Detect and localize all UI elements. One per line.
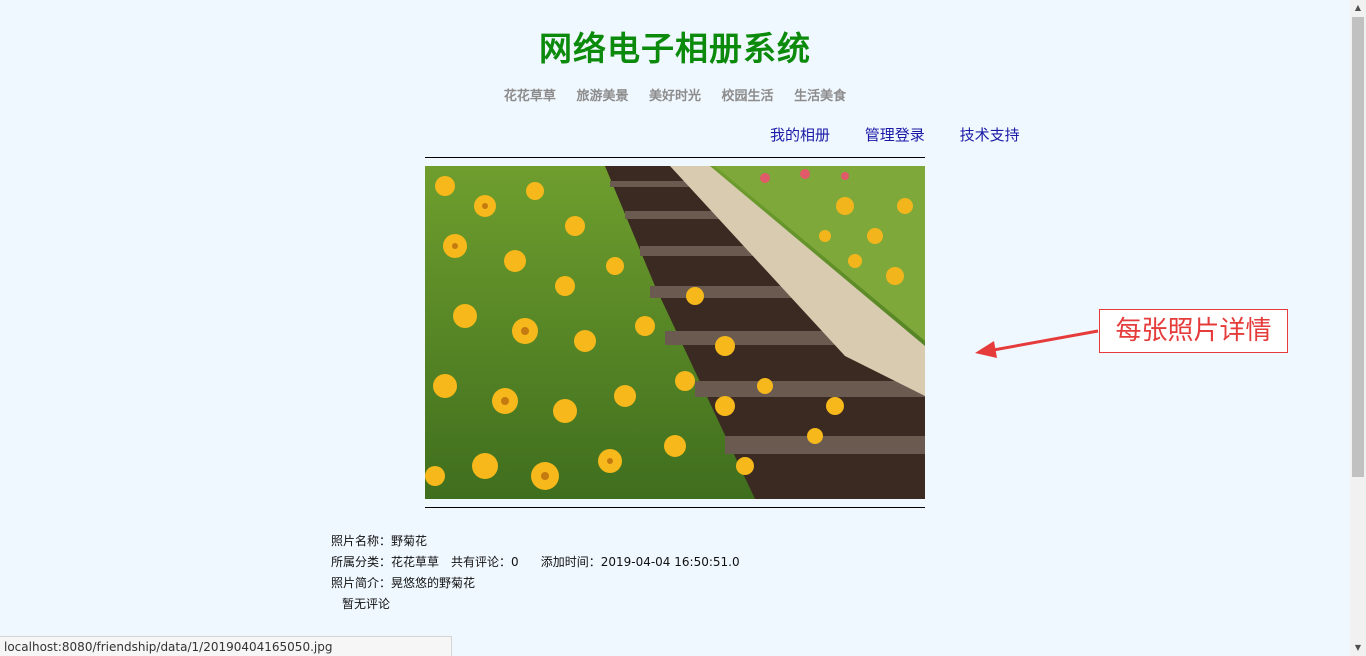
photo-info: 照片名称：野菊花 所属分类：花花草草 共有评论：0 添加时间：2019-04-04 …: [331, 531, 740, 615]
photo-illustration: [425, 166, 925, 499]
category-label: 所属分类：: [331, 555, 392, 569]
divider-top: [425, 157, 925, 158]
annotation-arrow-icon: [975, 329, 1099, 358]
scroll-up-icon[interactable]: ▲: [1350, 0, 1366, 16]
category-link-flowers[interactable]: 花花草草: [504, 89, 556, 104]
tech-support-link[interactable]: 技术支持: [960, 126, 1020, 144]
photo-name-label: 照片名称：: [331, 534, 392, 548]
admin-login-link[interactable]: 管理登录: [865, 126, 925, 144]
added-time-label: 添加时间：: [540, 555, 601, 569]
category-link-food[interactable]: 生活美食: [794, 89, 846, 104]
page: 网络电子相册系统 花花草草 旅游美景 美好时光 校园生活 生活美食 我的相册 管…: [0, 0, 1366, 656]
comments-label: 共有评论：: [451, 555, 512, 569]
no-comments-text: 暂无评论: [342, 597, 391, 611]
scrollbar-thumb[interactable]: [1352, 17, 1364, 477]
intro-label: 照片简介：: [331, 576, 392, 590]
top-links: 我的相册 管理登录 技术支持: [770, 124, 1050, 145]
comments-count: 0: [511, 555, 519, 569]
annotation-label: 每张照片详情: [1099, 309, 1288, 353]
my-album-link[interactable]: 我的相册: [770, 126, 830, 144]
status-bar-url: localhost:8080/friendship/data/1/2019040…: [0, 636, 452, 656]
vertical-scrollbar[interactable]: ▲ ▼: [1350, 0, 1366, 656]
intro-value: 晃悠悠的野菊花: [391, 576, 476, 590]
added-time-value: 2019-04-04 16:50:51.0: [600, 555, 740, 569]
category-nav: 花花草草 旅游美景 美好时光 校园生活 生活美食: [0, 85, 1350, 104]
photo-intro-row: 照片简介：晃悠悠的野菊花: [331, 573, 740, 594]
category-value: 花花草草: [391, 555, 440, 569]
category-link-good-times[interactable]: 美好时光: [649, 89, 701, 104]
photo-name-value: 野菊花: [391, 534, 428, 548]
photo-name-row: 照片名称：野菊花: [331, 531, 740, 552]
scroll-down-icon[interactable]: ▼: [1350, 640, 1366, 656]
category-link-travel[interactable]: 旅游美景: [576, 89, 628, 104]
category-link-campus[interactable]: 校园生活: [722, 89, 774, 104]
photo-meta-row: 所属分类：花花草草 共有评论：0 添加时间：2019-04-04 16:50:51.…: [331, 552, 740, 573]
divider-bottom: [425, 507, 925, 508]
site-title: 网络电子相册系统: [539, 29, 811, 68]
photo-image[interactable]: [425, 166, 925, 499]
